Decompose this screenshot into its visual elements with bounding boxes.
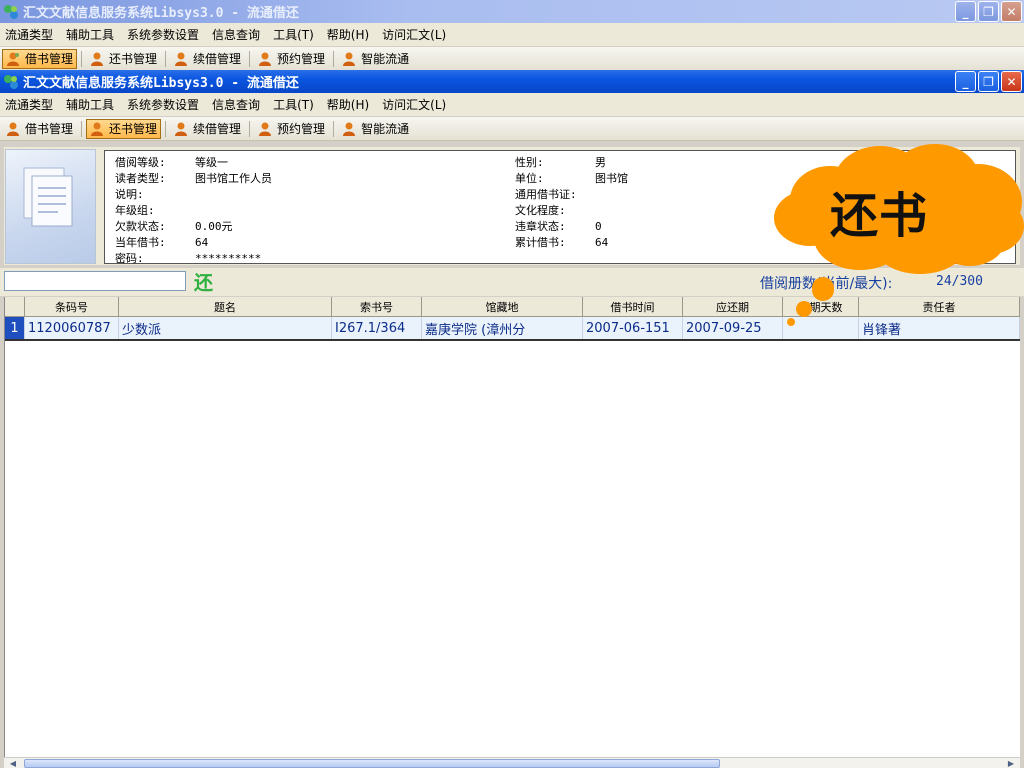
field-education: 文化程度: — [515, 204, 566, 217]
restore-icon[interactable]: ❐ — [978, 71, 999, 92]
scroll-thumb[interactable] — [24, 759, 720, 768]
borrow-manage-button[interactable]: 借书管理 — [2, 119, 77, 139]
field-total-borrowed: 累计借书: 64 — [515, 236, 609, 249]
field-borrow-level: 借阅等级: 等级一 — [115, 156, 228, 169]
return-manage-button[interactable]: 还书管理 — [86, 118, 162, 139]
user-icon — [5, 51, 21, 67]
field-reader-type: 读者类型: 图书馆工作人员 — [115, 172, 272, 185]
menu-circulation-type[interactable]: 流通类型 — [5, 96, 53, 113]
toolbar-separator — [81, 50, 83, 67]
field-year-borrowed: 当年借书: 64 — [115, 236, 209, 249]
back-smart-button[interactable]: 智能流通 — [338, 49, 413, 69]
table-header: 条码号 题名 索书号 馆藏地 借书时间 应还期 超期天数 责任者 — [5, 297, 1020, 317]
cell-borrow-date: 2007-06-151 — [583, 317, 683, 339]
loan-table: 条码号 题名 索书号 馆藏地 借书时间 应还期 超期天数 责任者 1 11200… — [4, 297, 1020, 757]
menu-help[interactable]: 帮助(H) — [327, 26, 369, 43]
back-window-toolbar: 借书管理 还书管理 续借管理 预约管理 智能流通 — [0, 47, 1024, 71]
table-row[interactable]: 1 1120060787 少数派 I267.1/364 嘉庚学院 (漳州分 20… — [5, 317, 1020, 341]
menu-aux-tools[interactable]: 辅助工具 — [66, 96, 114, 113]
column-header[interactable]: 题名 — [119, 297, 332, 317]
menu-system-settings[interactable]: 系统参数设置 — [127, 26, 199, 43]
column-header[interactable]: 索书号 — [332, 297, 422, 317]
minimize-icon[interactable]: _ — [955, 1, 976, 22]
restore-icon[interactable]: ❐ — [978, 1, 999, 22]
close-icon[interactable]: ✕ — [1001, 71, 1022, 92]
row-number: 1 — [5, 317, 25, 339]
cell-author: 肖锋著 — [859, 317, 1020, 339]
toolbar-separator — [249, 50, 251, 67]
reserve-manage-button[interactable]: 预约管理 — [254, 119, 329, 139]
menu-help[interactable]: 帮助(H) — [327, 96, 369, 113]
menu-visit[interactable]: 访问汇文(L) — [382, 96, 446, 113]
menu-visit[interactable]: 访问汇文(L) — [382, 26, 446, 43]
toolbar-separator — [165, 120, 167, 137]
user-icon — [341, 51, 357, 67]
back-reserve-button[interactable]: 预约管理 — [254, 49, 329, 69]
column-header[interactable]: 应还期 — [683, 297, 783, 317]
menu-info-query[interactable]: 信息查询 — [212, 26, 260, 43]
cell-call-number: I267.1/364 — [332, 317, 422, 339]
menu-circulation-type[interactable]: 流通类型 — [5, 26, 53, 43]
user-icon — [341, 121, 357, 137]
minimize-icon[interactable]: _ — [955, 71, 976, 92]
cell-due-date: 2007-09-25 — [683, 317, 783, 339]
toolbar: 借书管理 还书管理 续借管理 预约管理 智能流通 — [0, 117, 1024, 141]
app-logo-icon — [3, 74, 19, 90]
user-icon — [257, 51, 273, 67]
back-window-title: 汇文文献信息服务系统Libsys3.0 - 流通借还 — [23, 6, 299, 21]
app-logo-icon — [3, 4, 19, 20]
back-renew-button[interactable]: 续借管理 — [170, 49, 245, 69]
toolbar-separator — [249, 120, 251, 137]
menu-info-query[interactable]: 信息查询 — [212, 96, 260, 113]
user-icon — [257, 121, 273, 137]
toolbar-separator — [165, 50, 167, 67]
reader-photo — [5, 149, 96, 264]
field-unit: 单位: 图书馆 — [515, 172, 628, 185]
user-icon — [89, 121, 105, 137]
field-password: 密码: ********** — [115, 252, 262, 265]
back-return-button[interactable]: 还书管理 — [86, 49, 161, 69]
toolbar-separator — [81, 120, 83, 137]
back-window-title-bar[interactable]: 汇文文献信息服务系统Libsys3.0 - 流通借还 _ ❐ ✕ — [0, 0, 1024, 23]
renew-manage-button[interactable]: 续借管理 — [170, 119, 245, 139]
field-note: 说明: — [115, 188, 144, 201]
field-violation-status: 违章状态: 0 — [515, 220, 602, 233]
return-icon[interactable]: 还 — [194, 268, 213, 295]
close-icon[interactable]: ✕ — [1001, 1, 1022, 22]
back-borrow-button[interactable]: 借书管理 — [2, 48, 78, 69]
field-general-card: 通用借书证: — [515, 188, 577, 201]
field-debt-status: 欠款状态: 0.00元 — [115, 220, 233, 233]
callout-tail-dots — [787, 279, 834, 326]
cell-location: 嘉庚学院 (漳州分 — [422, 317, 583, 339]
column-header[interactable]: 责任者 — [859, 297, 1020, 317]
toolbar-separator — [333, 120, 335, 137]
scroll-right-icon[interactable]: ▶ — [1004, 758, 1018, 768]
toolbar-separator — [333, 50, 335, 67]
smart-circulation-button[interactable]: 智能流通 — [338, 119, 413, 139]
horizontal-scrollbar[interactable]: ◀ ▶ — [4, 757, 1020, 768]
column-header[interactable]: 馆藏地 — [422, 297, 583, 317]
user-icon — [173, 121, 189, 137]
window-title-bar[interactable]: 汇文文献信息服务系统Libsys3.0 - 流通借还 _ ❐ ✕ — [0, 70, 1024, 93]
menu-tools[interactable]: 工具(T) — [273, 26, 314, 43]
callout-text: 还书 — [830, 188, 929, 244]
menu-aux-tools[interactable]: 辅助工具 — [66, 26, 114, 43]
barcode-input[interactable] — [4, 271, 186, 291]
cell-title: 少数派 — [119, 317, 332, 339]
column-header[interactable]: 条码号 — [25, 297, 119, 317]
menu-tools[interactable]: 工具(T) — [273, 96, 314, 113]
user-icon — [5, 121, 21, 137]
menu-system-settings[interactable]: 系统参数设置 — [127, 96, 199, 113]
user-icon — [173, 51, 189, 67]
field-gender: 性别: 男 — [515, 156, 606, 169]
user-icon — [89, 51, 105, 67]
menu-bar: 流通类型 辅助工具 系统参数设置 信息查询 工具(T) 帮助(H) 访问汇文(L… — [0, 93, 1024, 116]
column-header[interactable]: 借书时间 — [583, 297, 683, 317]
cell-barcode: 1120060787 — [25, 317, 119, 339]
row-header-corner — [5, 297, 25, 317]
scroll-left-icon[interactable]: ◀ — [6, 758, 20, 768]
back-window-menu-bar: 流通类型 辅助工具 系统参数设置 信息查询 工具(T) 帮助(H) 访问汇文(L… — [0, 23, 1024, 46]
window-title: 汇文文献信息服务系统Libsys3.0 - 流通借还 — [23, 76, 299, 91]
field-grade-group: 年级组: — [115, 204, 155, 217]
